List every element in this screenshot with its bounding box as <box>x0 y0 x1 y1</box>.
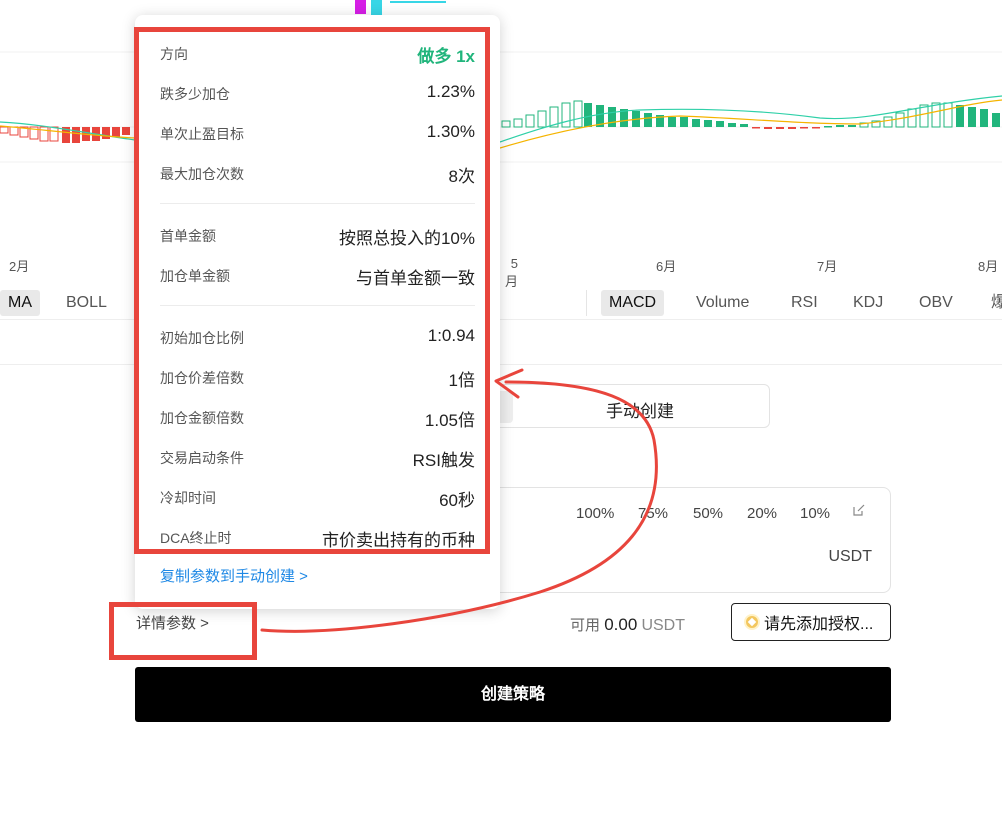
tab-rsi[interactable]: RSI <box>783 290 826 316</box>
month-label: 2月 <box>9 259 30 274</box>
available-amount: 0.00 <box>604 615 638 634</box>
percent-option-75[interactable]: 75% <box>638 505 668 522</box>
macd-bar <box>573 100 583 128</box>
macd-bar <box>680 117 688 127</box>
macd-bar <box>9 126 19 136</box>
macd-bar <box>824 126 832 128</box>
macd-bar <box>764 127 772 129</box>
month-label: 8月 <box>978 259 999 274</box>
annotation-box-detail <box>109 602 257 660</box>
tab-kdj[interactable]: KDJ <box>845 290 891 316</box>
available-label: 可用 <box>570 617 601 634</box>
macd-bar <box>692 119 700 127</box>
currency-unit: USDT <box>828 548 872 565</box>
macd-bar <box>895 112 905 128</box>
coin-icon <box>744 614 760 630</box>
percent-option-20[interactable]: 20% <box>747 505 777 522</box>
percent-option-50[interactable]: 50% <box>693 505 723 522</box>
copy-params-link[interactable]: 复制参数到手动创建 > <box>160 565 308 586</box>
macd-bar <box>883 116 893 128</box>
macd-bar <box>992 113 1000 127</box>
available-balance: 可用 0.00 USDT <box>570 614 685 635</box>
mode-manual-tab[interactable]: 手动创建 <box>606 397 674 422</box>
macd-bar <box>525 114 535 128</box>
macd-bar <box>584 103 592 127</box>
macd-bar <box>537 110 547 128</box>
macd-bar <box>740 124 748 127</box>
macd-bar <box>102 127 110 139</box>
macd-bar <box>800 127 808 129</box>
macd-bar <box>980 109 988 127</box>
macd-bar <box>716 121 724 127</box>
investment-input-box[interactable]: 100% 75% 50% 20% 10% USDT <box>480 487 891 593</box>
macd-bar <box>501 120 511 128</box>
macd-bar <box>728 123 736 127</box>
macd-bar <box>776 127 784 129</box>
tab-macd[interactable]: MACD <box>601 290 665 316</box>
add-authorization-button[interactable]: 请先添加授权... <box>731 603 891 641</box>
macd-bar <box>49 126 59 142</box>
create-strategy-button[interactable]: 创建策略 <box>135 667 891 722</box>
percent-option-10[interactable]: 10% <box>800 505 830 522</box>
macd-bar <box>122 127 130 135</box>
tab-ma[interactable]: MA <box>0 290 40 316</box>
macd-bar <box>956 105 964 127</box>
macd-bar <box>668 117 676 127</box>
macd-bar <box>0 126 9 134</box>
create-mode-switch: 手动创建 <box>480 384 770 428</box>
annotation-box-params <box>134 27 490 554</box>
macd-bar <box>39 126 49 142</box>
macd-bar <box>608 107 616 127</box>
macd-bar <box>812 127 820 129</box>
macd-bar <box>788 127 796 129</box>
macd-bar <box>513 118 523 128</box>
macd-bar <box>704 120 712 127</box>
macd-bar <box>644 113 652 127</box>
add-authorization-label: 请先添加授权... <box>764 616 874 633</box>
macd-bar <box>836 125 844 127</box>
month-label: 6月 <box>656 259 677 274</box>
tab-obv[interactable]: OBV <box>911 290 961 316</box>
month-label: 7月 <box>817 259 838 274</box>
macd-bar <box>561 102 571 128</box>
macd-bar <box>919 104 929 128</box>
percent-option-100[interactable]: 100% <box>576 505 614 522</box>
candle-fragment <box>355 0 446 15</box>
macd-bar <box>848 125 856 127</box>
tab-separator <box>586 290 587 316</box>
macd-bar <box>968 107 976 127</box>
macd-bar <box>907 108 917 128</box>
macd-bar <box>72 127 80 143</box>
tab-volume[interactable]: Volume <box>688 290 757 316</box>
tab-liquidation[interactable]: 爆 <box>983 290 1002 316</box>
macd-bar <box>931 102 941 128</box>
edit-icon[interactable] <box>852 503 866 517</box>
macd-bar <box>112 127 120 137</box>
tab-boll[interactable]: BOLL <box>58 290 115 316</box>
available-currency: USDT <box>641 617 686 634</box>
macd-bar <box>943 102 953 128</box>
macd-bar <box>752 127 760 129</box>
